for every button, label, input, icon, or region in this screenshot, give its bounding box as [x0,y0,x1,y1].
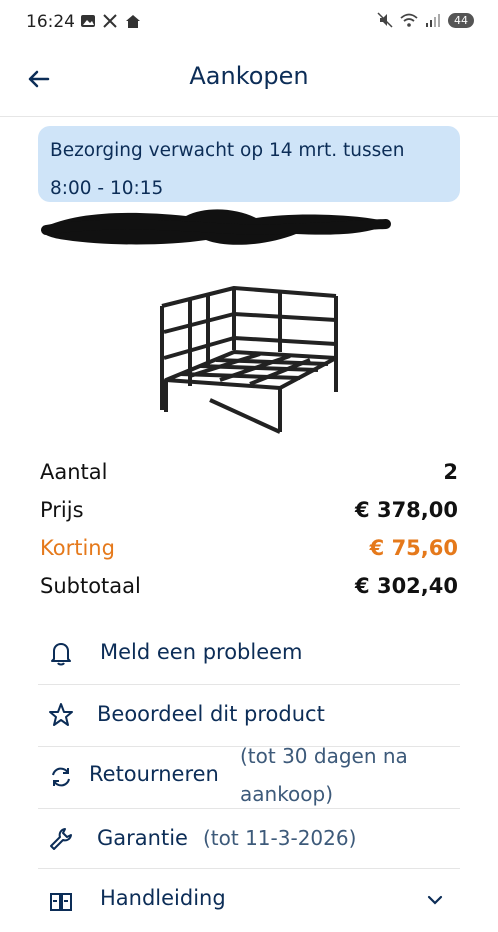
home-icon [126,15,140,28]
x-icon [103,14,117,28]
quantity-label: Aantal [40,460,108,484]
price-value: € 378,00 [355,498,458,522]
manual-label: Handleiding [100,886,226,910]
return-note-line-2: aankoop) [240,782,334,806]
report-problem-action[interactable]: Meld een probleem [38,624,460,684]
divider [38,808,460,809]
wifi-icon [400,13,418,27]
warranty-label: Garantie [97,826,188,850]
review-product-label: Beoordeel dit product [97,702,325,726]
manual-book-icon [50,893,72,911]
chevron-down-icon[interactable] [426,894,444,906]
star-icon [49,703,73,726]
subtotal-label: Subtotaal [40,574,141,598]
gallery-icon [81,15,95,27]
delivery-line-1: Bezorging verwacht op 14 mrt. tussen [50,140,405,161]
return-action[interactable]: Retourneren (tot 30 dagen na aankoop) [38,744,460,808]
subtotal-value: € 302,40 [355,574,458,598]
manual-action[interactable]: Handleiding [38,872,460,932]
battery-icon: 44 [448,12,474,28]
quantity-value: 2 [443,460,458,484]
delivery-banner: Bezorging verwacht op 14 mrt. tussen 8:0… [38,126,460,202]
divider [38,868,460,869]
report-problem-label: Meld een probleem [100,640,303,664]
warranty-action[interactable]: Garantie (tot 11-3-2026) [38,810,460,870]
status-time: 16:24 [26,12,75,32]
price-label: Prijs [40,498,84,522]
return-note-line-1: (tot 30 dagen na [240,744,408,768]
page-title: Aankopen [189,62,309,90]
bell-icon [51,643,71,666]
divider [38,684,460,685]
mute-icon [377,12,393,28]
return-refresh-icon [52,767,70,787]
review-product-action[interactable]: Beoordeel dit product [38,686,460,746]
wrench-icon [50,828,72,850]
status-bar: 16:24 44 [0,0,498,46]
discount-value: € 75,60 [369,536,458,560]
signal-icon [426,14,440,27]
warranty-note: (tot 11-3-2026) [203,826,357,850]
redacted-product-name [41,209,391,245]
return-label: Retourneren [89,762,219,786]
app-bar: Aankopen [0,46,498,117]
delivery-line-2: 8:00 - 10:15 [50,178,164,199]
product-image [160,286,338,434]
discount-label: Korting [40,536,115,560]
